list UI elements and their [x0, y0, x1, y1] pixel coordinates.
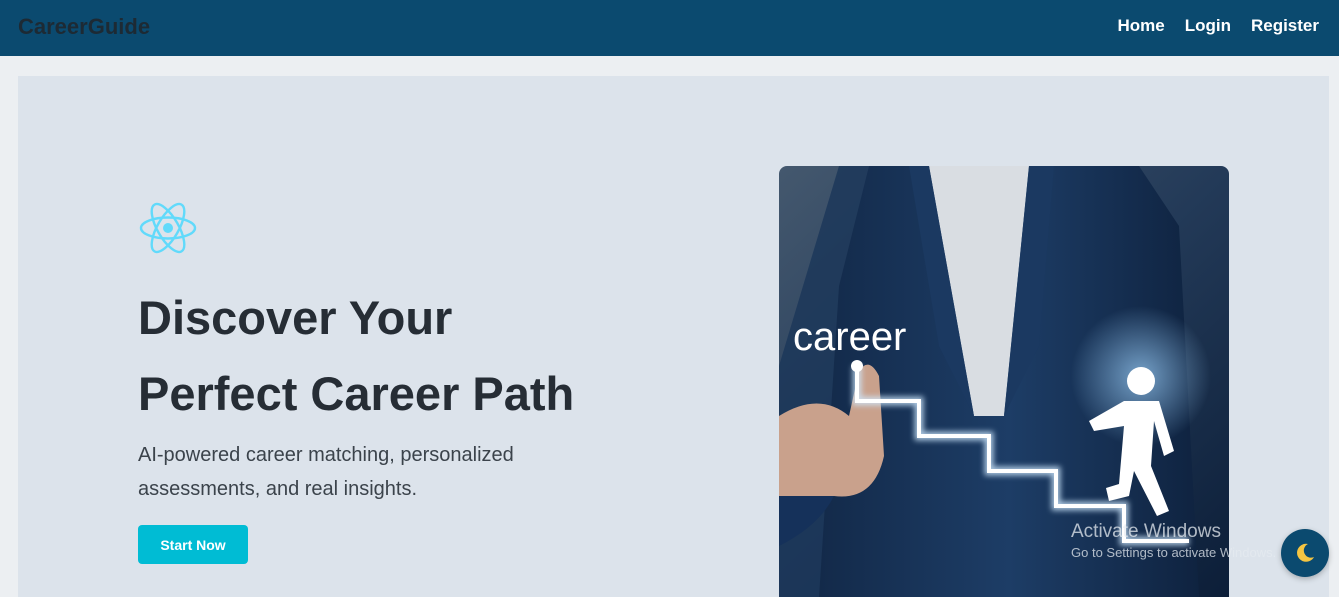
nav-link-home[interactable]: Home	[1117, 16, 1164, 36]
activate-windows-watermark: Activate Windows Go to Settings to activ…	[1071, 521, 1276, 560]
start-now-button[interactable]: Start Now	[138, 525, 248, 564]
brand-logo[interactable]: CareerGuide	[18, 14, 150, 40]
moon-icon	[1297, 543, 1314, 562]
headline-line-1: Discover Your	[138, 291, 453, 344]
nav-link-login[interactable]: Login	[1185, 16, 1231, 36]
watermark-subtitle: Go to Settings to activate Windows.	[1071, 545, 1277, 560]
nav-link-register[interactable]: Register	[1251, 16, 1319, 36]
watermark-title: Activate Windows	[1071, 521, 1221, 542]
hero-subtitle: AI-powered career matching, personalized…	[138, 444, 514, 500]
hero-section: Discover Your Perfect Career Path AI-pow…	[18, 76, 1329, 597]
react-atom-icon	[138, 200, 198, 256]
nav-links: Home Login Register	[1117, 16, 1319, 36]
headline-line-2: Perfect Career Path	[138, 367, 575, 420]
theme-toggle-button[interactable]	[1281, 529, 1329, 577]
hero-headline: Discover Your Perfect Career Path	[138, 280, 698, 432]
navbar: CareerGuide Home Login Register	[0, 0, 1339, 56]
image-career-text: career	[793, 315, 906, 359]
